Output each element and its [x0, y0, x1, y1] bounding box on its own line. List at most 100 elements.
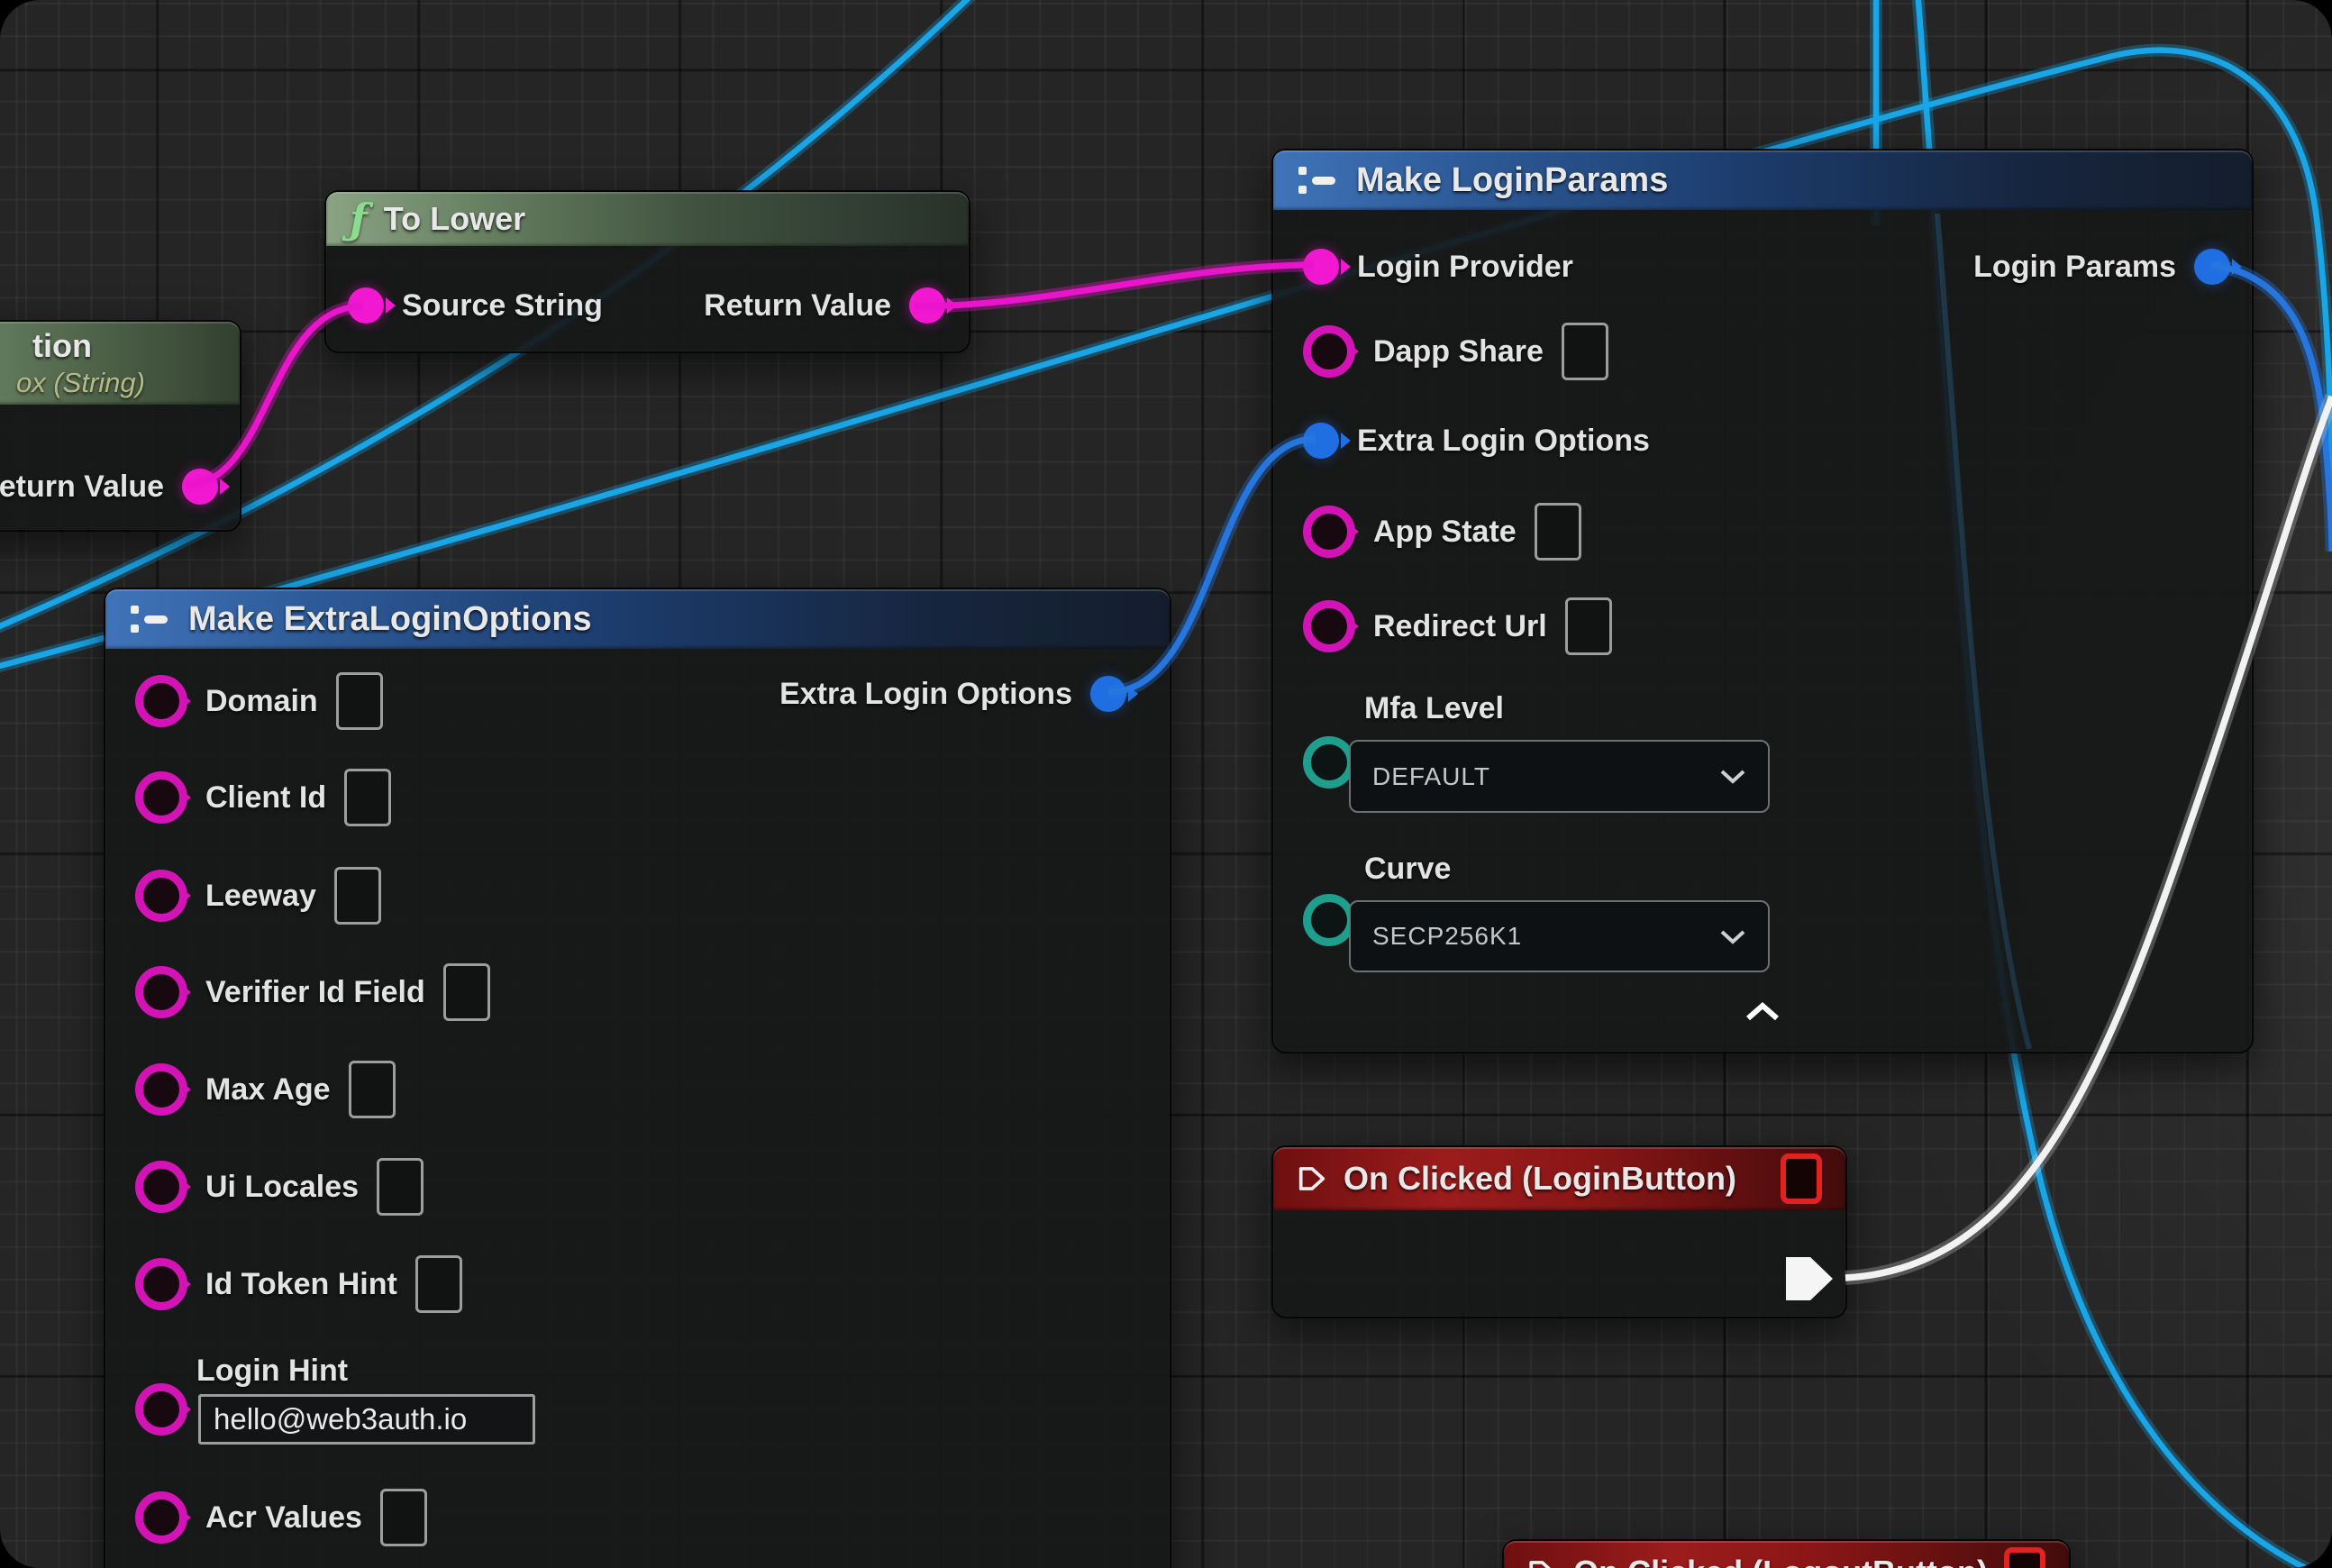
return-value-pin[interactable] [909, 287, 945, 324]
pin-label: Leeway [205, 879, 316, 914]
node-header[interactable]: ƒ To Lower [326, 192, 969, 246]
pin-row-client-id: Client Id [135, 767, 391, 828]
mfa-level-pin[interactable] [1303, 736, 1355, 789]
acr-values-pin[interactable] [135, 1491, 187, 1544]
curve-label: Curve [1364, 852, 1451, 887]
node-make-extraloginoptions[interactable]: Make ExtraLoginOptions Domain Extra Logi… [104, 588, 1171, 1568]
pin-label: Id Token Hint [205, 1267, 397, 1302]
node-header[interactable]: Make ExtraLoginOptions [105, 589, 1170, 649]
pin-label: Extra Login Options [1357, 424, 1650, 459]
domain-pin[interactable] [135, 675, 187, 727]
pin-row-login-params-out: Login Params [1973, 236, 2230, 297]
pin-row-ui-locales: Ui Locales [135, 1156, 424, 1217]
chevron-down-icon [1719, 769, 1746, 784]
node-header[interactable]: Make LoginParams [1273, 150, 2252, 210]
ui-locales-textbox[interactable] [377, 1158, 424, 1216]
dapp-share-textbox[interactable] [1562, 323, 1608, 380]
pin-row-extra-login-options-out: Extra Login Options [779, 663, 1126, 725]
exec-output-pin[interactable] [1786, 1257, 1833, 1300]
curve-value: SECP256K1 [1372, 922, 1522, 951]
redirect-url-pin[interactable] [1303, 600, 1355, 652]
domain-textbox[interactable] [336, 672, 383, 730]
pin-row-extra-login-options: Extra Login Options [1303, 410, 1650, 471]
pin-row-leeway: Leeway [135, 865, 381, 926]
id-token-hint-textbox[interactable] [415, 1255, 462, 1313]
wire-string-tolower-to-loginprovider-glow [914, 265, 1314, 306]
verifier-id-field-textbox[interactable] [443, 963, 490, 1021]
node-make-loginparams[interactable]: Make LoginParams Login Provider Login Pa… [1271, 149, 2254, 1053]
collapse-node-chevron-icon[interactable] [1744, 1002, 1781, 1022]
login-hint-input[interactable] [198, 1394, 535, 1445]
pin-row-acr-values: Acr Values [135, 1487, 427, 1548]
node-header[interactable]: tion ox (String) [0, 322, 240, 405]
blueprint-graph-canvas[interactable]: tion ox (String) eturn Value ƒ To Lower … [0, 0, 2332, 1568]
wire-string-tolower-to-loginprovider [914, 265, 1314, 306]
node-header[interactable]: On Clicked (LogoutButton) [1504, 1541, 2069, 1568]
node-title: Make ExtraLoginOptions [188, 600, 592, 639]
max-age-pin[interactable] [135, 1063, 187, 1116]
leeway-pin[interactable] [135, 870, 187, 922]
mfa-level-value: DEFAULT [1372, 762, 1490, 791]
event-icon [1297, 1164, 1327, 1193]
id-token-hint-pin[interactable] [135, 1258, 187, 1310]
pin-row-app-state: App State [1303, 501, 1581, 562]
pin-label: Client Id [205, 780, 326, 816]
pin-label: Ui Locales [205, 1170, 359, 1205]
mfa-level-dropdown[interactable]: DEFAULT [1349, 740, 1770, 813]
client-id-textbox[interactable] [344, 769, 391, 826]
widget-event-icon [2004, 1547, 2045, 1568]
curve-pin[interactable] [1303, 894, 1355, 946]
leeway-textbox[interactable] [334, 867, 381, 925]
extra-login-options-pin[interactable] [1303, 423, 1339, 459]
node-on-clicked-loginbutton[interactable]: On Clicked (LoginButton) [1271, 1145, 1847, 1318]
pin-label: Login Provider [1357, 250, 1573, 285]
pin-row-max-age: Max Age [135, 1059, 396, 1120]
dapp-share-pin[interactable] [1303, 325, 1355, 378]
pin-row-return-value: Return Value [704, 275, 945, 336]
pin-label: eturn Value [0, 469, 164, 505]
node-on-clicked-logoutbutton[interactable]: On Clicked (LogoutButton) [1502, 1539, 2071, 1568]
app-state-textbox[interactable] [1535, 503, 1581, 561]
login-hint-pin[interactable] [135, 1383, 187, 1436]
redirect-url-textbox[interactable] [1565, 597, 1612, 655]
ui-locales-pin[interactable] [135, 1161, 187, 1213]
node-subtitle-fragment: ox (String) [0, 367, 145, 399]
pin-label: Source String [402, 288, 603, 324]
chevron-down-icon [1719, 929, 1746, 944]
node-title: On Clicked (LoginButton) [1344, 1160, 1736, 1198]
curve-dropdown[interactable]: SECP256K1 [1349, 900, 1770, 972]
make-struct-icon [129, 604, 172, 634]
pin-label: Redirect Url [1373, 609, 1547, 644]
pin-label: Dapp Share [1373, 334, 1544, 369]
source-string-pin[interactable] [348, 287, 384, 324]
pin-row-source-string: Source String [348, 275, 603, 336]
node-get-text-partial[interactable]: tion ox (String) eturn Value [0, 320, 241, 532]
pin-label: Acr Values [205, 1500, 362, 1536]
pin-row-dapp-share: Dapp Share [1303, 321, 1608, 382]
login-params-output-pin[interactable] [2194, 249, 2230, 285]
pin-label: Login Params [1973, 250, 2176, 285]
verifier-id-field-pin[interactable] [135, 966, 187, 1018]
node-title: On Clicked (LogoutButton) [1573, 1554, 1988, 1568]
mfa-level-label: Mfa Level [1364, 691, 1504, 726]
pin-row-domain: Domain [135, 670, 383, 732]
pin-label: Max Age [205, 1072, 331, 1108]
pin-label: Extra Login Options [779, 677, 1072, 712]
pin-row-login-provider: Login Provider [1303, 236, 1573, 297]
login-hint-label: Login Hint [196, 1354, 348, 1389]
function-icon: ƒ [350, 198, 368, 240]
node-to-lower[interactable]: ƒ To Lower Source String Return Value [324, 190, 970, 353]
app-state-pin[interactable] [1303, 506, 1355, 558]
pin-label: Domain [205, 684, 318, 719]
login-provider-pin[interactable] [1303, 249, 1339, 285]
pin-row-id-token-hint: Id Token Hint [135, 1253, 462, 1315]
node-header[interactable]: On Clicked (LoginButton) [1273, 1147, 1845, 1210]
event-icon [1527, 1558, 1557, 1568]
widget-event-icon [1781, 1153, 1822, 1204]
client-id-pin[interactable] [135, 771, 187, 824]
max-age-textbox[interactable] [349, 1061, 396, 1118]
acr-values-textbox[interactable] [380, 1489, 427, 1546]
return-value-pin[interactable] [182, 469, 218, 505]
pin-label: Return Value [704, 288, 891, 324]
extra-login-options-output-pin[interactable] [1090, 676, 1126, 712]
